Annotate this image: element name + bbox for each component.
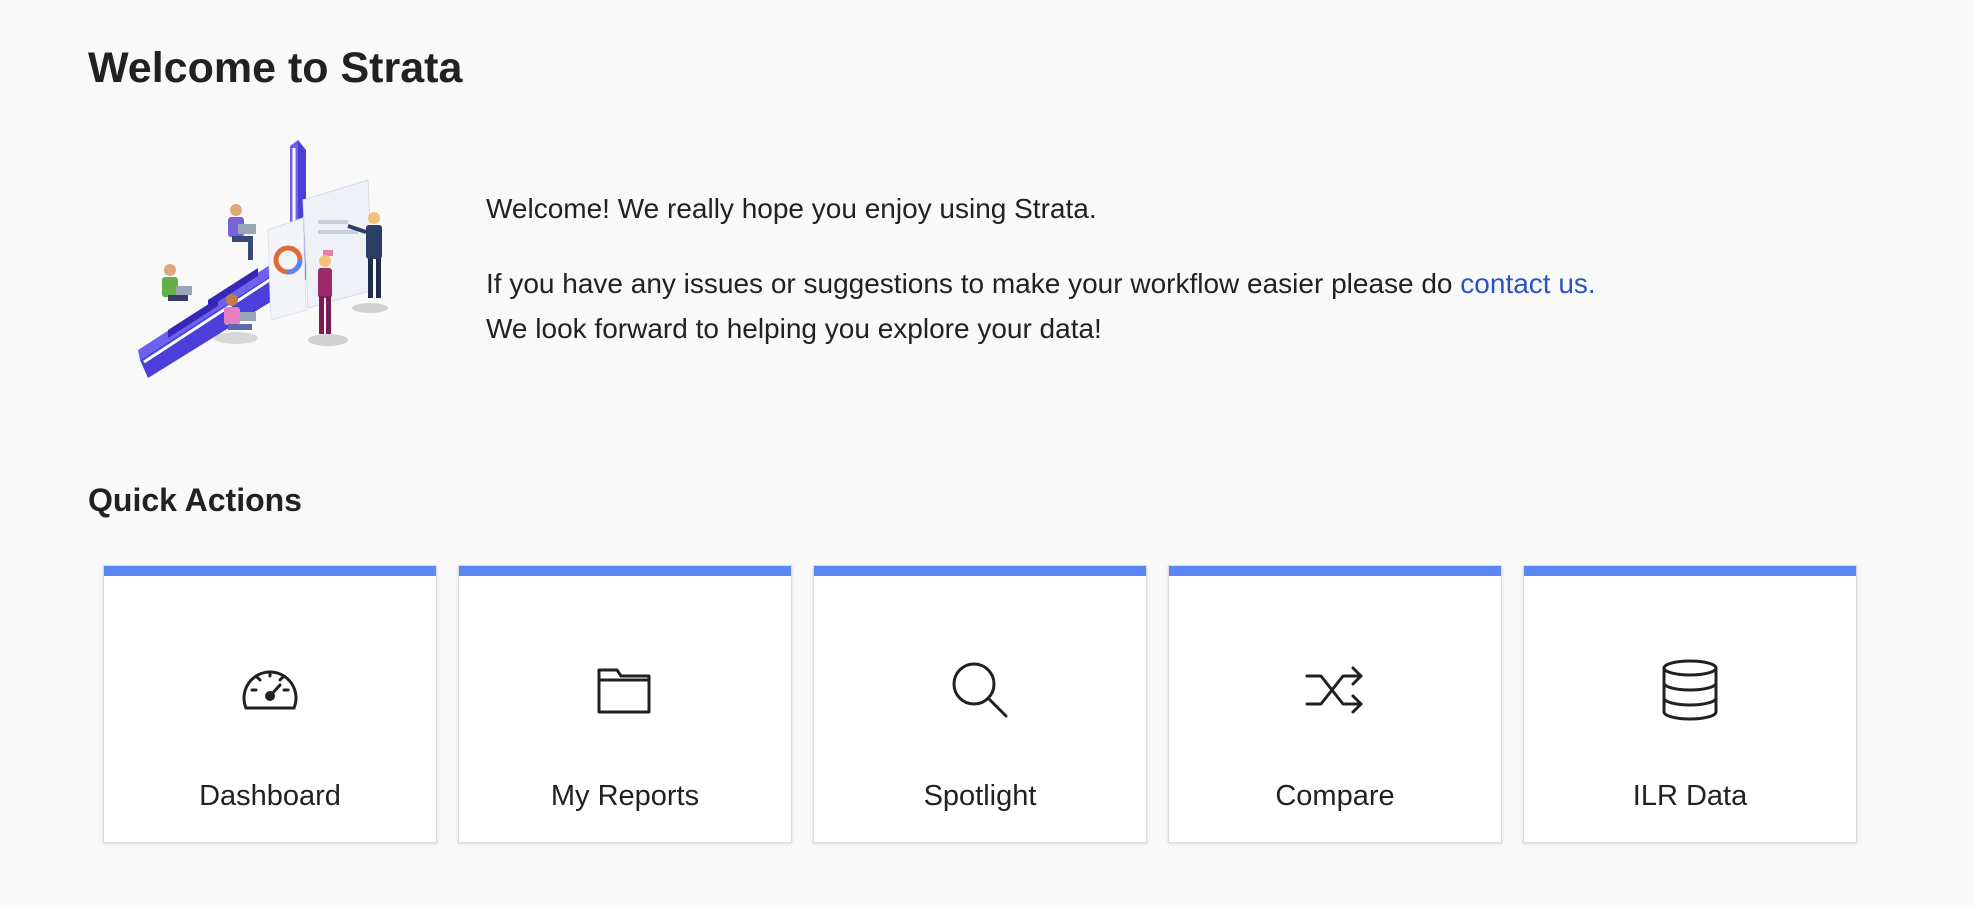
- ilr-data-card[interactable]: ILR Data: [1523, 565, 1857, 843]
- my-reports-card[interactable]: My Reports: [458, 565, 792, 843]
- card-label: Compare: [1275, 780, 1395, 812]
- card-accent-bar: [1169, 566, 1501, 576]
- quick-actions-title: Quick Actions: [88, 482, 302, 518]
- database-icon: [1658, 658, 1722, 722]
- card-label: ILR Data: [1632, 780, 1748, 812]
- card-accent-bar: [814, 566, 1146, 576]
- card-label: Dashboard: [199, 780, 341, 812]
- card-accent-bar: [104, 566, 436, 576]
- card-accent-bar: [459, 566, 791, 576]
- welcome-line: Welcome! We really hope you enjoy using …: [486, 193, 1097, 224]
- card-accent-bar: [1524, 566, 1856, 576]
- contact-us-link[interactable]: contact us.: [1460, 268, 1595, 299]
- shuffle-icon: [1303, 658, 1367, 722]
- welcome-illustration: [128, 140, 408, 395]
- page-title: Welcome to Strata: [88, 44, 463, 92]
- compare-card[interactable]: Compare: [1168, 565, 1502, 843]
- speedometer-icon: [238, 658, 302, 722]
- welcome-message: Welcome! We really hope you enjoy using …: [486, 186, 1596, 351]
- spotlight-card[interactable]: Spotlight: [813, 565, 1147, 843]
- folder-icon: [593, 658, 657, 722]
- support-line: If you have any issues or suggestions to…: [486, 261, 1596, 306]
- search-icon: [948, 658, 1012, 722]
- quick-actions-grid: Dashboard My Reports Spotlight Compare I…: [103, 565, 1857, 843]
- dashboard-card[interactable]: Dashboard: [103, 565, 437, 843]
- support-text: If you have any issues or suggestions to…: [486, 268, 1461, 299]
- card-label: My Reports: [550, 780, 700, 812]
- home-page: Welcome to Strata Welcome! We really hop…: [0, 0, 1975, 907]
- card-label: Spotlight: [923, 780, 1037, 812]
- closing-line: We look forward to helping you explore y…: [486, 313, 1102, 344]
